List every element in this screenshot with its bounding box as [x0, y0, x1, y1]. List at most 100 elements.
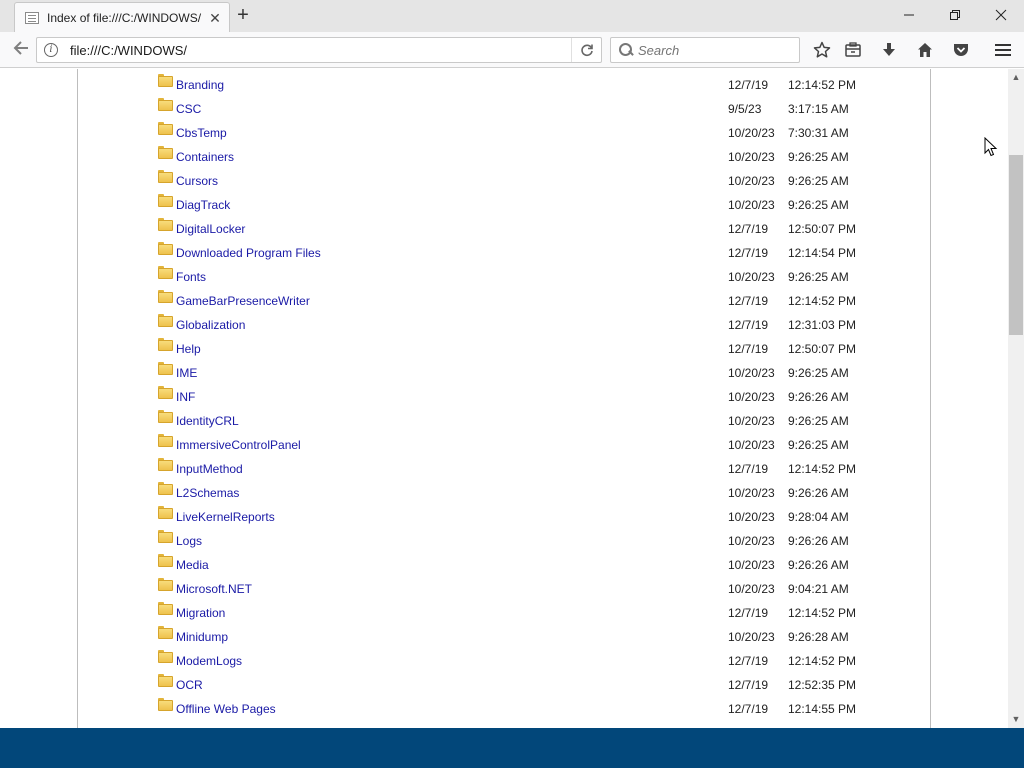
search-input[interactable] [638, 42, 788, 58]
table-row: Help 12/7/19 12:50:07 PM [78, 335, 930, 359]
folder-link[interactable]: IME [176, 366, 197, 380]
modified-time: 12:14:52 PM [788, 294, 857, 308]
arrow-left-icon[interactable] [10, 39, 32, 61]
folder-link[interactable]: ModemLogs [176, 654, 242, 668]
modified-time: 9:26:25 AM [788, 366, 849, 380]
url-bar[interactable]: i file:///C:/WINDOWS/ [36, 37, 602, 63]
modified-date: 10/20/23 [728, 558, 775, 572]
table-row: Offline Web Pages 12/7/19 12:14:55 PM [78, 695, 930, 719]
modified-time: 12:31:03 PM [788, 318, 857, 332]
search-bar[interactable] [610, 37, 800, 63]
folder-link[interactable]: GameBarPresenceWriter [176, 294, 310, 308]
scrollbar-thumb[interactable] [1009, 155, 1023, 335]
folder-link[interactable]: DigitalLocker [176, 222, 245, 236]
modified-date: 10/20/23 [728, 510, 775, 524]
page-favicon-icon [25, 11, 39, 24]
table-row: CSC 9/5/23 3:17:15 AM [78, 95, 930, 119]
modified-time: 3:17:15 AM [788, 102, 849, 116]
modified-date: 12/7/19 [728, 78, 769, 92]
modified-date: 10/20/23 [728, 438, 775, 452]
folder-link[interactable]: LiveKernelReports [176, 510, 275, 524]
folder-icon [158, 650, 173, 663]
folder-link[interactable]: ImmersiveControlPanel [176, 438, 301, 452]
modified-date: 10/20/23 [728, 198, 775, 212]
folder-link[interactable]: OCR [176, 678, 203, 692]
folder-link[interactable]: Fonts [176, 270, 206, 284]
folder-link[interactable]: Globalization [176, 318, 245, 332]
table-row: DigitalLocker 12/7/19 12:50:07 PM [78, 215, 930, 239]
folder-link[interactable]: INF [176, 390, 195, 404]
pocket-icon[interactable] [951, 40, 971, 60]
modified-time: 9:26:26 AM [788, 390, 849, 404]
new-tab-plus-icon[interactable]: + [232, 5, 254, 27]
table-row: ImmersiveControlPanel 10/20/23 9:26:25 AM [78, 431, 930, 455]
table-row: Microsoft.NET 10/20/23 9:04:21 AM [78, 575, 930, 599]
modified-time: 12:50:07 PM [788, 222, 857, 236]
folder-link[interactable]: Downloaded Program Files [176, 246, 321, 260]
folder-link[interactable]: Branding [176, 78, 224, 92]
folder-link[interactable]: Containers [176, 150, 234, 164]
folder-link[interactable]: IdentityCRL [176, 414, 239, 428]
folder-link[interactable]: L2Schemas [176, 486, 239, 500]
tab-current[interactable]: Index of file:///C:/WINDOWS/ ✕ [14, 2, 230, 32]
table-row: Minidump 10/20/23 9:26:28 AM [78, 623, 930, 647]
folder-link[interactable]: CSC [176, 102, 201, 116]
folder-icon [158, 602, 173, 615]
scroll-up-arrow-icon[interactable]: ▲ [1008, 69, 1024, 86]
taskbar [0, 728, 1024, 768]
modified-time: 12:14:52 PM [788, 654, 857, 668]
home-icon[interactable] [915, 40, 935, 60]
modified-time: 9:26:25 AM [788, 414, 849, 428]
modified-time: 9:26:26 AM [788, 486, 849, 500]
modified-time: 9:26:25 AM [788, 150, 849, 164]
table-row: Migration 12/7/19 12:14:52 PM [78, 599, 930, 623]
modified-time: 9:26:26 AM [788, 558, 849, 572]
folder-link[interactable]: CbsTemp [176, 126, 227, 140]
table-row: Cursors 10/20/23 9:26:25 AM [78, 167, 930, 191]
info-icon[interactable]: i [44, 43, 58, 57]
folder-link[interactable]: Help [176, 342, 201, 356]
folder-link[interactable]: Offline Web Pages [176, 702, 276, 716]
folder-icon [158, 698, 173, 711]
folder-icon [158, 194, 173, 207]
modified-time: 7:30:31 AM [788, 126, 849, 140]
modified-time: 12:50:07 PM [788, 342, 857, 356]
modified-date: 12/7/19 [728, 702, 769, 716]
modified-time: 9:26:25 AM [788, 438, 849, 452]
folder-link[interactable]: Cursors [176, 174, 218, 188]
folder-link[interactable]: Logs [176, 534, 202, 548]
vertical-scrollbar[interactable]: ▲ ▼ [1008, 69, 1024, 728]
star-icon[interactable] [812, 40, 832, 60]
modified-date: 10/20/23 [728, 270, 775, 284]
library-icon[interactable] [843, 40, 863, 60]
tab-close-icon[interactable]: ✕ [207, 10, 223, 26]
modified-date: 10/20/23 [728, 150, 775, 164]
folder-link[interactable]: Minidump [176, 630, 228, 644]
scroll-down-arrow-icon[interactable]: ▼ [1008, 711, 1024, 728]
modified-time: 9:26:25 AM [788, 270, 849, 284]
folder-link[interactable]: InputMethod [176, 462, 243, 476]
folder-link[interactable]: Media [176, 558, 209, 572]
modified-date: 10/20/23 [728, 174, 775, 188]
folder-link[interactable]: Microsoft.NET [176, 582, 252, 596]
reload-icon[interactable] [571, 38, 601, 62]
modified-date: 12/7/19 [728, 246, 769, 260]
folder-icon [158, 338, 173, 351]
tab-title: Index of file:///C:/WINDOWS/ [47, 10, 202, 25]
close-window-icon[interactable] [978, 0, 1024, 30]
restore-icon[interactable] [932, 0, 978, 30]
folder-link[interactable]: DiagTrack [176, 198, 230, 212]
modified-date: 12/7/19 [728, 342, 769, 356]
table-row: ModemLogs 12/7/19 12:14:52 PM [78, 647, 930, 671]
folder-icon [158, 530, 173, 543]
hamburger-icon[interactable] [993, 40, 1013, 60]
table-row: InputMethod 12/7/19 12:14:52 PM [78, 455, 930, 479]
table-row: Media 10/20/23 9:26:26 AM [78, 551, 930, 575]
download-icon[interactable] [879, 40, 899, 60]
minimize-icon[interactable] [886, 0, 932, 30]
folder-link[interactable]: Migration [176, 606, 225, 620]
modified-date: 9/5/23 [728, 102, 762, 116]
folder-icon [158, 314, 173, 327]
url-input[interactable]: file:///C:/WINDOWS/ [70, 43, 571, 58]
table-row: Fonts 10/20/23 9:26:25 AM [78, 263, 930, 287]
